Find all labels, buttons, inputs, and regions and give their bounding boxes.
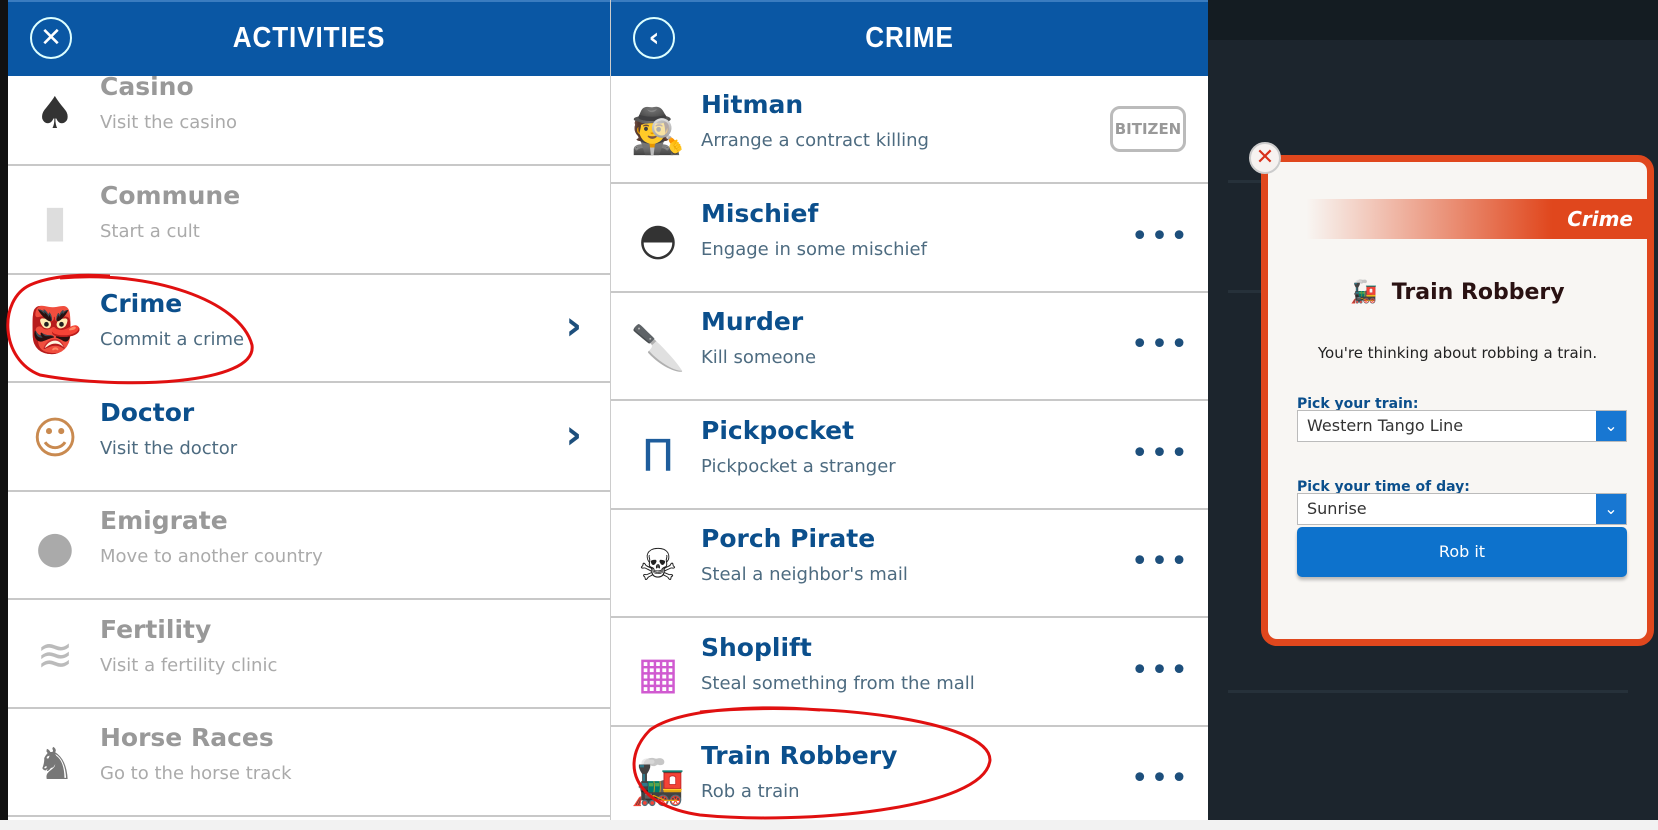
crime-header: ‹ CRIME bbox=[611, 0, 1208, 76]
more-options-icon[interactable]: ••• bbox=[1131, 436, 1190, 471]
propeller-cap-icon: ◓ bbox=[638, 214, 678, 265]
crime-panel: ‹ CRIME 🕵 Hitman Arrange a contract kill… bbox=[610, 0, 1208, 820]
list-item-horse-races[interactable]: ♞ Horse Races Go to the horse track bbox=[8, 709, 610, 817]
window-edge bbox=[0, 0, 8, 820]
list-item-porch-pirate[interactable]: ☠ Porch Pirate Steal a neighbor's mail ••… bbox=[611, 510, 1208, 618]
list-item-commune[interactable]: ▮ Commune Start a cult bbox=[8, 167, 610, 275]
spy-icon: 🕵 bbox=[630, 106, 686, 157]
chevron-right-icon[interactable]: › bbox=[566, 412, 582, 458]
page-title: ACTIVITIES bbox=[232, 22, 386, 54]
item-subtitle: Arrange a contract killing bbox=[701, 130, 929, 151]
list-item-shoplift[interactable]: ▦ Shoplift Steal something from the mall… bbox=[611, 619, 1208, 727]
item-subtitle: Kill someone bbox=[701, 347, 817, 368]
item-title: Casino bbox=[100, 72, 194, 101]
more-options-icon[interactable]: ••• bbox=[1131, 761, 1190, 796]
more-options-icon[interactable]: ••• bbox=[1131, 653, 1190, 688]
item-title: Murder bbox=[701, 307, 804, 336]
item-title: Fertility bbox=[100, 614, 212, 644]
close-icon[interactable]: ✕ bbox=[1249, 142, 1281, 174]
item-subtitle: Steal something from the mall bbox=[701, 672, 975, 694]
train-icon: 🚂 bbox=[1350, 280, 1378, 305]
item-subtitle: Commit a crime bbox=[100, 329, 245, 350]
knife-icon: 🔪 bbox=[630, 323, 686, 374]
item-title: Mischief bbox=[701, 198, 819, 228]
item-subtitle: Visit the casino bbox=[100, 112, 238, 133]
list-item-casino[interactable]: ♠ Casino Visit the casino bbox=[8, 58, 610, 166]
item-title: Hitman bbox=[701, 90, 804, 119]
list-item-mischief[interactable]: ◓ Mischief Engage in some mischief ••• bbox=[611, 185, 1208, 293]
spade-icon: ♠ bbox=[35, 87, 75, 139]
shopping-bags-icon: ▦ bbox=[637, 648, 679, 699]
item-title: Train Robbery bbox=[701, 741, 898, 770]
list-item-train-robbery[interactable]: 🚂 Train Robbery Rob a train ••• bbox=[611, 727, 1208, 820]
item-subtitle: Engage in some mischief bbox=[701, 238, 927, 260]
chevron-right-icon[interactable]: › bbox=[566, 303, 582, 349]
item-subtitle: Rob a train bbox=[701, 781, 800, 802]
list-item-doctor[interactable]: ☺ Doctor Visit the doctor › bbox=[8, 384, 610, 492]
item-subtitle: Visit the doctor bbox=[100, 437, 238, 459]
train-robbery-dialog: Crime 🚂 Train Robbery You're thinking abo… bbox=[1261, 155, 1654, 646]
dialog-text: You're thinking about robbing a train. bbox=[1317, 344, 1598, 362]
bitizen-badge: BITIZEN bbox=[1110, 106, 1186, 152]
chevron-down-icon[interactable]: ⌄ bbox=[1596, 411, 1626, 441]
rob-it-button[interactable]: Rob it bbox=[1297, 527, 1627, 577]
item-title: Commune bbox=[100, 180, 241, 210]
more-options-icon[interactable]: ••• bbox=[1131, 544, 1190, 579]
list-item-crime[interactable]: 👺 Crime Commit a crime › bbox=[8, 275, 610, 383]
chevron-down-icon[interactable]: ⌄ bbox=[1596, 494, 1626, 524]
item-subtitle: Go to the horse track bbox=[100, 763, 292, 784]
item-title: Doctor bbox=[100, 397, 195, 427]
train-select[interactable]: Western Tango Line ⌄ bbox=[1297, 410, 1627, 442]
list-item-murder[interactable]: 🔪 Murder Kill someone ••• bbox=[611, 293, 1208, 401]
item-title: Horse Races bbox=[100, 723, 274, 752]
time-select[interactable]: Sunrise ⌄ bbox=[1297, 493, 1627, 525]
train-icon: 🚂 bbox=[630, 757, 686, 808]
page-title: CRIME bbox=[865, 22, 954, 54]
list-item-fertility[interactable]: ≋ Fertility Visit a fertility clinic bbox=[8, 601, 610, 709]
item-title: Pickpocket bbox=[701, 415, 855, 445]
list-item-hitman[interactable]: 🕵 Hitman Arrange a contract killing BITIZ… bbox=[611, 76, 1208, 184]
skull-crossbones-icon: ☠ bbox=[638, 539, 678, 591]
item-subtitle: Pickpocket a stranger bbox=[701, 455, 896, 477]
more-options-icon[interactable]: ••• bbox=[1131, 327, 1190, 362]
more-options-icon[interactable]: ••• bbox=[1131, 219, 1190, 254]
list-item-emigrate[interactable]: ● Emigrate Move to another country bbox=[8, 492, 610, 600]
tengu-mask-icon: 👺 bbox=[27, 305, 83, 356]
item-title: Porch Pirate bbox=[701, 524, 876, 553]
item-title: Emigrate bbox=[100, 506, 228, 535]
globe-icon: ● bbox=[35, 521, 75, 573]
dialog-title: 🚂 Train Robbery bbox=[1350, 280, 1565, 305]
list-item-pickpocket[interactable]: Π Pickpocket Pickpocket a stranger ••• bbox=[611, 402, 1208, 510]
category-banner: Crime bbox=[1268, 199, 1647, 239]
jeans-icon: Π bbox=[641, 431, 675, 482]
item-title: Crime bbox=[100, 289, 183, 318]
item-subtitle: Start a cult bbox=[100, 220, 200, 242]
item-subtitle: Visit a fertility clinic bbox=[100, 654, 278, 676]
activities-panel: ✕ ACTIVITIES ♠ Casino Visit the casino ▮ … bbox=[8, 0, 610, 820]
item-subtitle: Move to another country bbox=[100, 546, 323, 567]
item-title: Shoplift bbox=[701, 632, 812, 662]
doctor-icon: ☺ bbox=[32, 413, 78, 464]
horse-racing-icon: ♞ bbox=[35, 738, 75, 790]
candle-icon: ▮ bbox=[42, 196, 68, 247]
dna-icon: ≋ bbox=[36, 630, 74, 681]
item-subtitle: Steal a neighbor's mail bbox=[701, 564, 908, 585]
